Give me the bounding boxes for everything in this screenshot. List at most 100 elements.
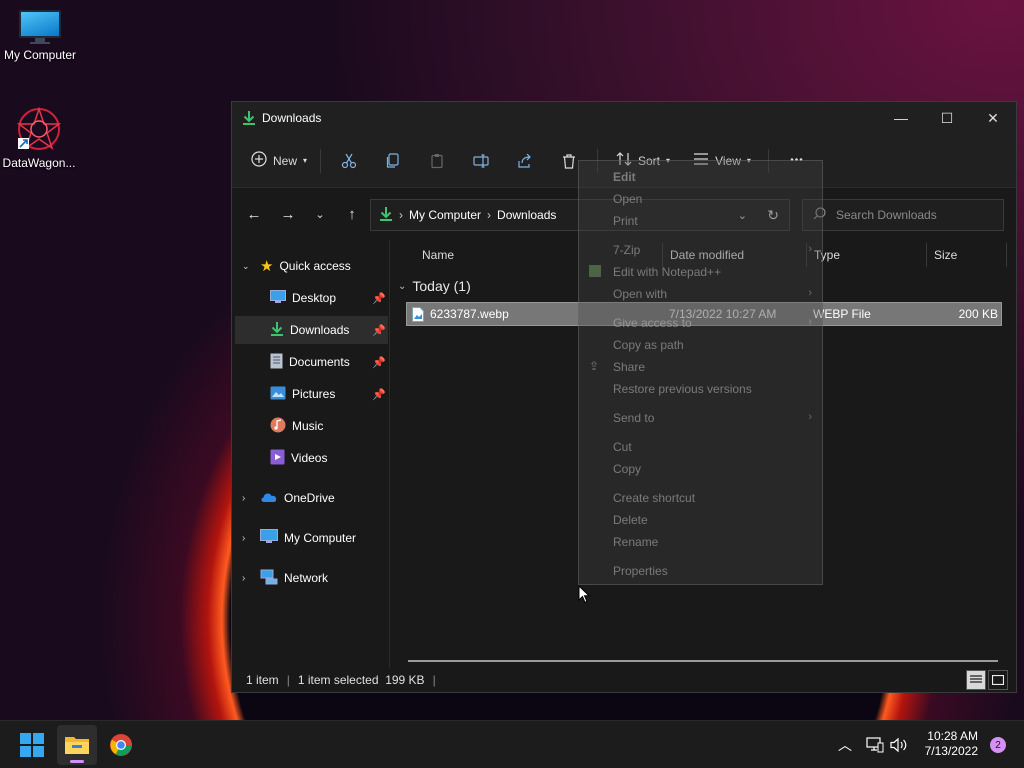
chevron-right-icon: › (242, 532, 246, 544)
music-icon (270, 417, 286, 436)
horizontal-scrollbar[interactable] (408, 660, 998, 662)
column-divider (926, 243, 927, 267)
desktop-icon-label: DataWagon... (2, 156, 76, 170)
copy-button[interactable] (371, 145, 415, 177)
menu-item-7zip[interactable]: 7-Zip (613, 243, 640, 257)
menu-item-cut[interactable]: Cut (613, 440, 632, 454)
new-button[interactable]: New ▾ (244, 145, 314, 177)
trash-icon (563, 153, 575, 169)
download-arrow-icon (242, 110, 256, 126)
taskbar-chrome[interactable] (101, 725, 141, 765)
cut-button[interactable] (327, 145, 371, 177)
menu-item-delete[interactable]: Delete (613, 513, 648, 527)
notification-badge[interactable]: 2 (990, 737, 1006, 753)
share-icon: ⇪ (589, 359, 600, 373)
up-button[interactable]: ↑ (336, 198, 368, 230)
menu-item-edit-with-notepad[interactable]: Edit with Notepad++ (613, 265, 721, 279)
paste-button[interactable] (415, 145, 459, 177)
sidebar-quick-access[interactable]: ⌄ ★ Quick access (242, 252, 351, 280)
cloud-icon (260, 491, 278, 506)
pin-icon[interactable]: 📌 (372, 292, 386, 305)
menu-item-edit[interactable]: Edit (613, 170, 636, 184)
chevron-right-icon: › (399, 208, 403, 222)
sidebar-item-downloads[interactable]: Downloads 📌 (270, 316, 390, 344)
volume-icon[interactable] (890, 721, 908, 768)
start-button[interactable] (12, 725, 52, 765)
desktop-icon-datawagon[interactable]: DataWagon... (0, 106, 79, 170)
pin-icon[interactable]: 📌 (372, 388, 386, 401)
submenu-arrow-icon: › (808, 287, 812, 299)
menu-item-copy[interactable]: Copy (613, 462, 641, 476)
sidebar-item-label: Videos (291, 451, 328, 465)
minimize-button[interactable]: — (878, 102, 924, 134)
sidebar-onedrive[interactable]: › OneDrive (242, 484, 335, 512)
sidebar-item-music[interactable]: Music (270, 412, 323, 440)
new-button-label: New (272, 153, 297, 168)
breadcrumb-my-computer[interactable]: My Computer (409, 208, 481, 222)
search-box[interactable]: Search Downloads (802, 199, 1004, 231)
menu-item-print[interactable]: Print (613, 214, 638, 228)
chevron-right-icon: › (487, 208, 492, 222)
menu-item-share[interactable]: Share (613, 360, 645, 374)
file-size: 200 KB (958, 307, 998, 321)
sidebar-network[interactable]: › Network (242, 564, 328, 592)
menu-item-restore-previous-versions[interactable]: Restore previous versions (613, 382, 752, 396)
column-header-size[interactable]: Size (934, 240, 957, 270)
desktop-icon-my-computer[interactable]: My Computer (0, 10, 80, 62)
menu-item-copy-as-path[interactable]: Copy as path (613, 338, 684, 352)
copy-icon (386, 152, 399, 168)
chevron-right-icon: › (242, 492, 246, 504)
sidebar-item-label: My Computer (284, 531, 357, 545)
column-header-name[interactable]: Name (422, 240, 454, 270)
sidebar-item-desktop[interactable]: Desktop 📌 (270, 284, 390, 312)
pin-icon[interactable]: 📌 (372, 324, 386, 337)
status-selection: 1 item selected 199 KB (297, 673, 425, 687)
sidebar-item-label: Music (292, 419, 324, 433)
status-bar: 1 item | 1 item selected 199 KB | (232, 668, 1016, 692)
forward-button[interactable]: → (272, 198, 304, 230)
sidebar-item-documents[interactable]: Documents 📌 (270, 348, 390, 376)
show-hidden-icons-button[interactable]: ︿ (838, 721, 852, 768)
network-status-icon[interactable] (866, 721, 884, 768)
rename-button[interactable] (459, 145, 503, 177)
sidebar-item-label: OneDrive (284, 491, 335, 505)
pin-icon[interactable]: 📌 (372, 356, 386, 369)
taskbar-file-explorer[interactable] (57, 725, 97, 765)
group-header-today[interactable]: ⌄ Today (1) (398, 278, 471, 294)
windows-logo-icon (20, 733, 44, 757)
tiles-view-button[interactable] (988, 670, 1008, 690)
close-button[interactable]: ✕ (970, 102, 1016, 134)
active-app-indicator (70, 760, 84, 763)
clock-date: 7/13/2022 (924, 744, 978, 758)
details-view-icon (970, 675, 982, 683)
sidebar-item-label: Pictures (292, 387, 336, 401)
menu-item-properties[interactable]: Properties (613, 564, 668, 578)
share-button[interactable] (503, 145, 547, 177)
breadcrumb-downloads[interactable]: Downloads (497, 208, 556, 222)
details-view-button[interactable] (966, 670, 986, 690)
taskbar-clock[interactable]: 10:28 AM 7/13/2022 (925, 729, 978, 759)
arrow-left-icon: ← (246, 205, 262, 223)
menu-item-rename[interactable]: Rename (613, 535, 658, 549)
maximize-button[interactable]: ☐ (924, 102, 970, 134)
search-input[interactable]: Search Downloads (836, 208, 937, 222)
column-divider (1006, 243, 1007, 267)
menu-item-create-shortcut[interactable]: Create shortcut (613, 491, 695, 505)
menu-item-give-access-to[interactable]: Give access to (613, 316, 692, 330)
menu-item-open[interactable]: Open (613, 192, 642, 206)
status-divider: | (432, 673, 436, 687)
title-bar[interactable]: Downloads — ☐ ✕ (232, 102, 1016, 134)
menu-item-send-to[interactable]: Send to (613, 411, 654, 425)
share-icon (518, 153, 531, 168)
back-button[interactable]: ← (238, 198, 270, 230)
sidebar-item-videos[interactable]: Videos (270, 444, 327, 472)
tiles-view-icon (992, 675, 1004, 685)
recent-locations-button[interactable]: ⌄ (304, 198, 336, 230)
menu-item-open-with[interactable]: Open with (613, 287, 667, 301)
clock-time: 10:28 AM (927, 729, 978, 743)
chevron-up-icon: ︿ (838, 737, 852, 753)
plus-circle-icon (251, 151, 267, 170)
sidebar-item-pictures[interactable]: Pictures 📌 (270, 380, 390, 408)
sidebar-my-computer[interactable]: › My Computer (242, 524, 356, 552)
chevron-down-icon: ⌄ (315, 208, 325, 221)
